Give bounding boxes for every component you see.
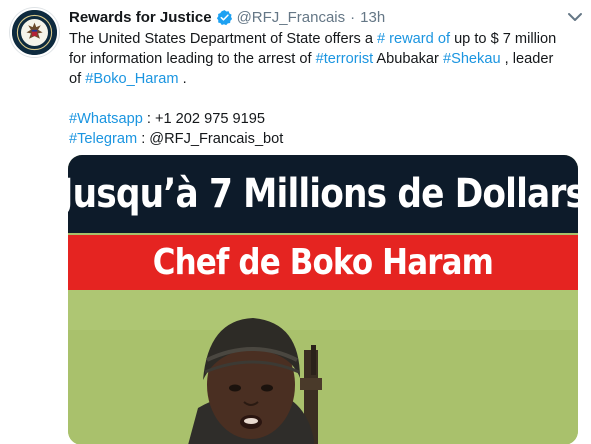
tweet: Rewards for Justice @RFJ_Francais · 13h … [0, 0, 591, 444]
text-segment: up to $ 7 million [450, 31, 557, 47]
tweet-text-line: of #Boko_Haram . [69, 69, 589, 89]
verified-badge-icon [216, 9, 233, 26]
media-headline-banner: Jusqu’à 7 Millions de Dollars [68, 155, 578, 233]
media-subheadline-banner: Chef de Boko Haram [68, 235, 578, 290]
tweet-header: Rewards for Justice @RFJ_Francais · 13h [69, 6, 589, 28]
text-segment: for information leading to the arrest of [69, 51, 316, 67]
text-segment: , leader [500, 51, 554, 67]
state-department-seal-icon [12, 10, 57, 55]
tweet-media-image[interactable]: Jusqu’à 7 Millions de Dollars Chef de Bo… [68, 155, 578, 444]
hashtag-whatsapp-link[interactable]: #Whatsapp [69, 111, 143, 127]
media-photo [68, 290, 578, 444]
tweet-text: The United States Department of State of… [69, 29, 589, 149]
hashtag-boko-haram-link[interactable]: #Boko_Haram [85, 71, 178, 87]
hashtag-link[interactable]: # reward of [377, 31, 450, 47]
hashtag-shekau-link[interactable]: #Shekau [443, 51, 501, 67]
whatsapp-line: #Whatsapp : +1 202 975 9195 [69, 109, 589, 129]
author-name[interactable]: Rewards for Justice [69, 9, 212, 26]
tweet-timestamp[interactable]: 13h [360, 9, 385, 26]
hashtag-terrorist-link[interactable]: #terrorist [316, 51, 374, 67]
media-subheadline: Chef de Boko Haram [152, 242, 494, 283]
tweet-text-line: The United States Department of State of… [69, 29, 589, 49]
text-segment: of [69, 71, 86, 87]
separator-dot: · [350, 8, 356, 26]
telegram-handle: : @RFJ_Francais_bot [137, 131, 284, 147]
text-segment: The United States Department of State of… [69, 31, 377, 47]
text-segment: . [178, 71, 187, 87]
whatsapp-number: : +1 202 975 9195 [142, 111, 265, 127]
telegram-line: #Telegram : @RFJ_Francais_bot [69, 129, 589, 149]
tweet-content: Rewards for Justice @RFJ_Francais · 13h … [69, 6, 589, 149]
person-photo-illustration [68, 290, 578, 444]
avatar[interactable] [10, 8, 59, 57]
hashtag-telegram-link[interactable]: #Telegram [69, 131, 137, 147]
author-handle[interactable]: @RFJ_Francais [237, 9, 346, 26]
tweet-text-line: for information leading to the arrest of… [69, 49, 589, 69]
text-segment: Abubakar [373, 51, 443, 67]
media-headline: Jusqu’à 7 Millions de Dollars [68, 171, 578, 217]
